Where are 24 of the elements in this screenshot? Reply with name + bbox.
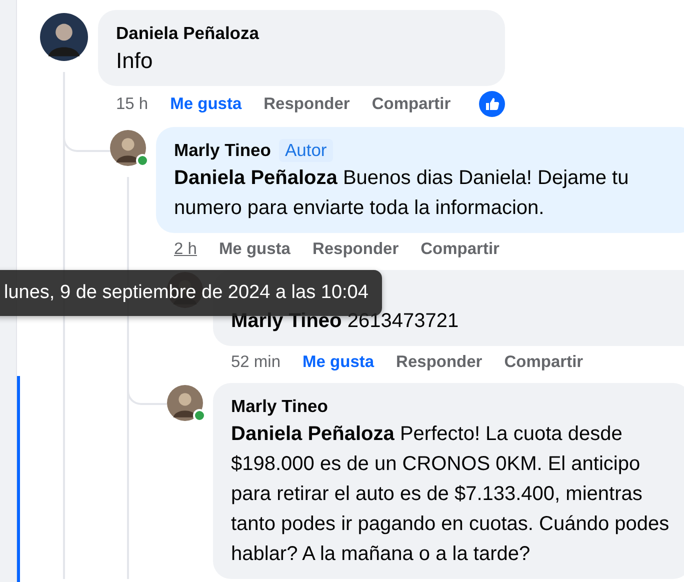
avatar[interactable] — [110, 130, 146, 166]
action-link[interactable]: Responder — [396, 352, 482, 372]
timestamp-link[interactable]: 52 min — [231, 352, 281, 372]
timestamp-link[interactable]: 15 h — [116, 94, 148, 114]
action-link[interactable]: Compartir — [372, 94, 451, 114]
like-link[interactable]: Me gusta — [218, 240, 290, 258]
comment-text: Info — [116, 47, 154, 75]
author-name[interactable]: Marly Tineo — [174, 140, 271, 161]
action-link[interactable]: Compartir — [504, 352, 584, 372]
avatar[interactable] — [40, 13, 88, 61]
author-name[interactable]: Marly Tineo — [231, 396, 328, 417]
timestamp-link[interactable]: 2 h — [174, 240, 197, 258]
like-link[interactable]: Me gusta — [302, 352, 374, 372]
action-link[interactable]: Responder — [264, 94, 350, 114]
action-link[interactable]: Responder — [312, 240, 399, 258]
comment-text: Daniela Peñaloza Buenos dias Daniela! Dejame tu numero para enviarte toda la informacion. — [174, 166, 630, 221]
date-tooltip: lunes, 9 de septiembre de 2024 a las 10:04 — [0, 270, 382, 316]
action-link[interactable]: Compartir — [420, 240, 500, 258]
author-badge: Autor — [278, 139, 333, 162]
author-name[interactable]: Daniela Peñaloza — [116, 23, 259, 44]
like-link[interactable]: Me gusta — [170, 94, 242, 114]
like-reaction-icon[interactable] — [478, 91, 505, 117]
avatar[interactable] — [167, 385, 203, 421]
comment-text: Daniela Peñaloza Perfecto! La cuota desde $198.000 es de un CRONOS 0KM. El anticipo para retirar el auto es de $7.133.400, mientras tanto podes ir pagando en cuotas. Cuándo podes hablar? A la mañana o a la tarde? — [231, 422, 670, 567]
